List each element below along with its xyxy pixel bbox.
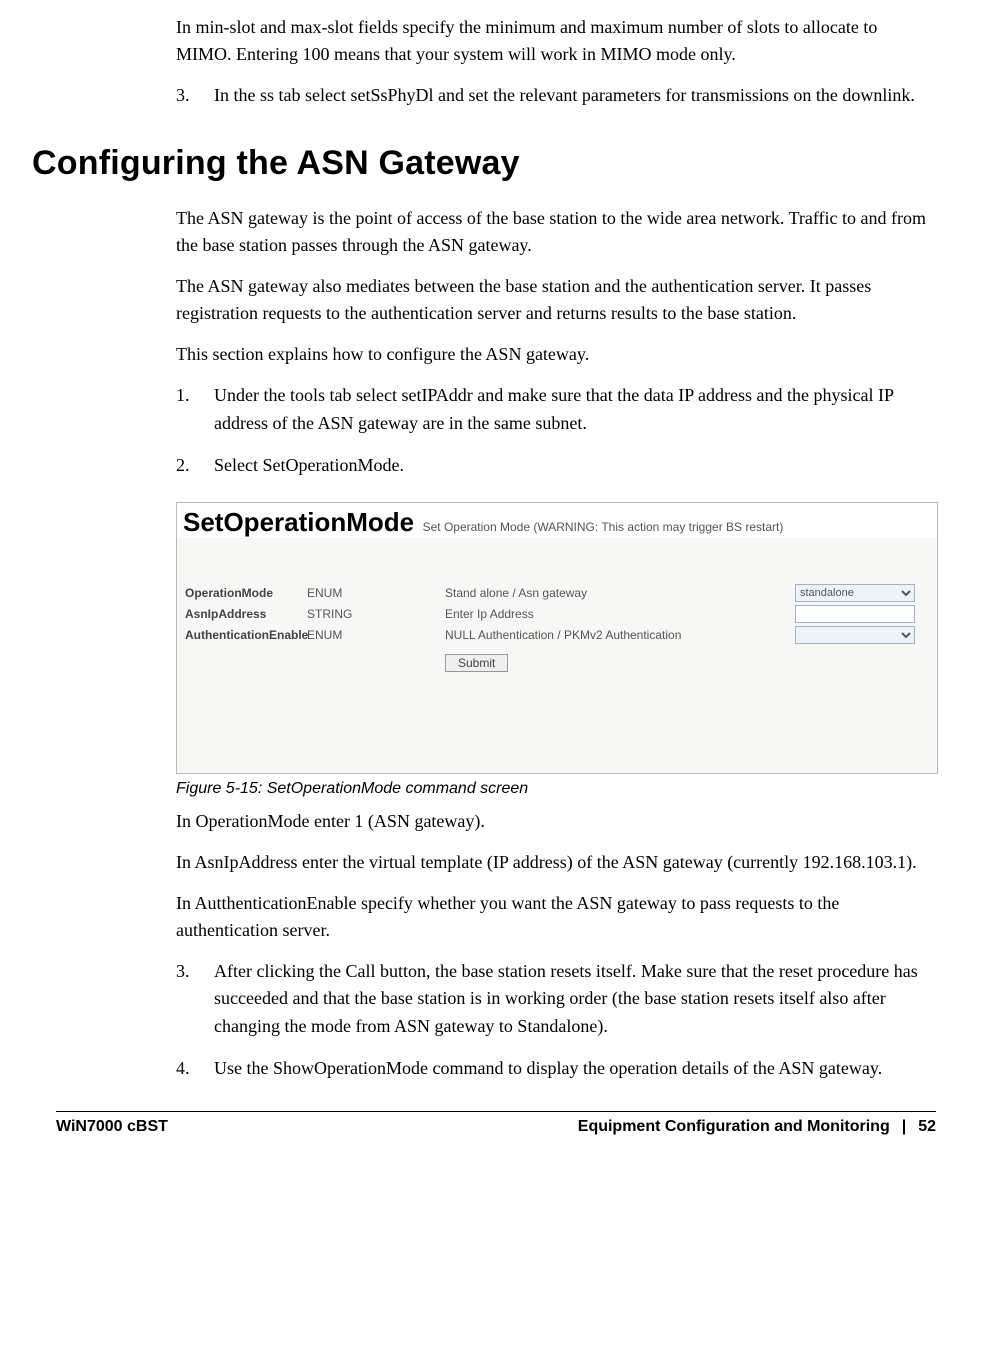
footer-page-number: 52 bbox=[918, 1118, 936, 1136]
list-number: 1. bbox=[176, 382, 214, 438]
steps-list-a: 1. Under the tools tab select setIPAddr … bbox=[176, 382, 936, 480]
section-number: 5.3 bbox=[0, 144, 32, 183]
field-type: STRING bbox=[307, 607, 445, 621]
operation-mode-select[interactable]: standalone bbox=[795, 584, 915, 602]
footer-section-title: Equipment Configuration and Monitoring bbox=[578, 1118, 890, 1136]
list-item-text: In the ss tab select setSsPhyDl and set … bbox=[214, 82, 936, 110]
section-heading: 5.3Configuring the ASN Gateway bbox=[0, 144, 936, 183]
figure: SetOperationMode Set Operation Mode (WAR… bbox=[176, 502, 936, 798]
paragraph: The ASN gateway is the point of access o… bbox=[176, 205, 936, 259]
field-desc: Enter Ip Address bbox=[445, 607, 745, 621]
list-number: 3. bbox=[176, 82, 214, 110]
list-item-text: Under the tools tab select setIPAddr and… bbox=[214, 382, 936, 438]
field-label: AuthenticationEnable bbox=[185, 628, 307, 642]
auth-enable-select[interactable] bbox=[795, 626, 915, 644]
figure-caption: Figure 5-15: SetOperationMode command sc… bbox=[176, 780, 936, 798]
steps-list-b: 3. After clicking the Call button, the b… bbox=[176, 958, 936, 1084]
footer-separator: | bbox=[902, 1118, 906, 1136]
page-footer: WiN7000 cBST Equipment Configuration and… bbox=[56, 1118, 936, 1160]
figure-title: SetOperationMode bbox=[183, 507, 414, 537]
section-title: Configuring the ASN Gateway bbox=[32, 144, 520, 182]
field-desc: NULL Authentication / PKMv2 Authenticati… bbox=[445, 628, 745, 642]
list-number: 2. bbox=[176, 452, 214, 480]
paragraph: In OperationMode enter 1 (ASN gateway). bbox=[176, 808, 936, 835]
list-item-text: Select SetOperationMode. bbox=[214, 452, 936, 480]
field-type: ENUM bbox=[307, 628, 445, 642]
list-number: 4. bbox=[176, 1055, 214, 1083]
figure-subtitle: Set Operation Mode (WARNING: This action… bbox=[423, 520, 784, 534]
top-list: 3. In the ss tab select setSsPhyDl and s… bbox=[176, 82, 936, 110]
list-item-text: After clicking the Call button, the base… bbox=[214, 958, 936, 1042]
intro-paragraph: In min-slot and max-slot fields specify … bbox=[176, 14, 936, 68]
footer-rule bbox=[56, 1111, 936, 1112]
field-desc: Stand alone / Asn gateway bbox=[445, 586, 745, 600]
paragraph: This section explains how to configure t… bbox=[176, 341, 936, 368]
field-type: ENUM bbox=[307, 586, 445, 600]
footer-left: WiN7000 cBST bbox=[56, 1118, 168, 1136]
list-number: 3. bbox=[176, 958, 214, 1042]
paragraph: The ASN gateway also mediates between th… bbox=[176, 273, 936, 327]
paragraph: In AutthenticationEnable specify whether… bbox=[176, 890, 936, 944]
list-item-text: Use the ShowOperationMode command to dis… bbox=[214, 1055, 936, 1083]
figure-screenshot: SetOperationMode Set Operation Mode (WAR… bbox=[176, 502, 938, 774]
paragraph: In AsnIpAddress enter the virtual templa… bbox=[176, 849, 936, 876]
field-label: AsnIpAddress bbox=[185, 607, 307, 621]
after-figure-text: In OperationMode enter 1 (ASN gateway). … bbox=[176, 808, 936, 944]
field-label: OperationMode bbox=[185, 586, 307, 600]
submit-button[interactable]: Submit bbox=[445, 654, 508, 672]
asn-ip-input[interactable] bbox=[795, 605, 915, 623]
